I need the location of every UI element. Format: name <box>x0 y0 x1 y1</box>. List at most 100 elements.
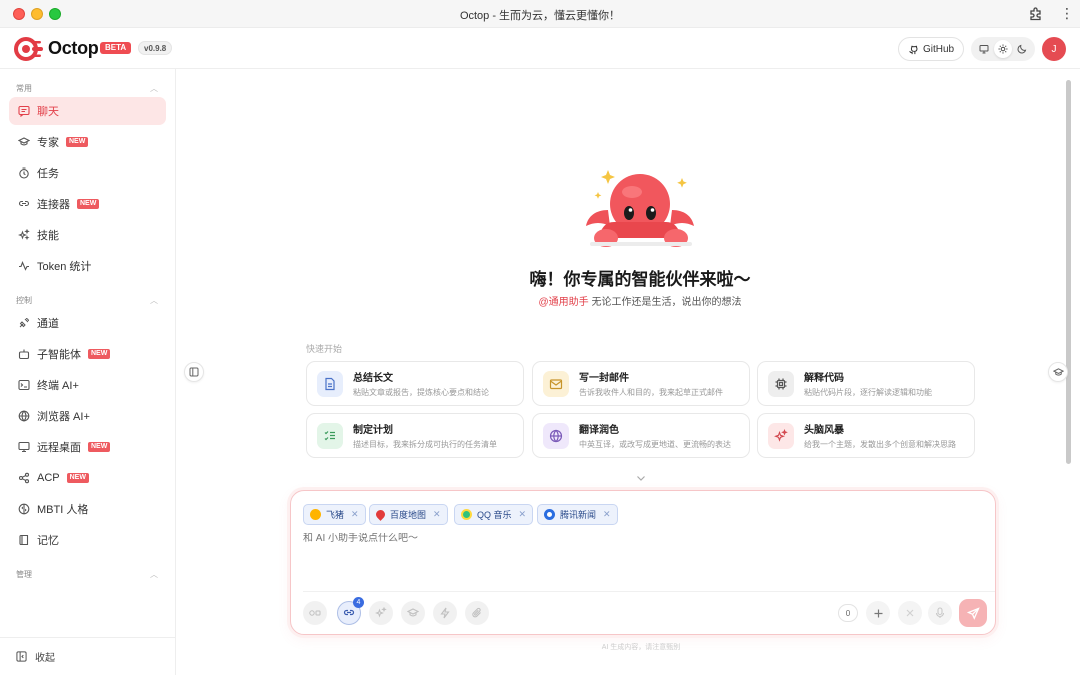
extensions-icon[interactable] <box>1028 6 1044 22</box>
app-header: Octop BETA v0.9.8 GitHub J <box>0 28 1080 69</box>
sidebar-item-label: 任务 <box>37 168 59 180</box>
close-icon <box>906 609 914 617</box>
hero-subtitle-text: 无论工作还是生活，说出你的想法 <box>591 297 742 308</box>
chevron-up-icon[interactable]: ︿ <box>150 83 158 94</box>
github-icon <box>909 45 918 54</box>
sidebar-item-chat[interactable]: 聊天 <box>9 97 166 125</box>
sidebar-item-label: 远程桌面 <box>37 442 81 454</box>
satellite-icon <box>17 317 30 330</box>
quick-card-plan[interactable]: 制定计划 描述目标，我来拆分成可执行的任务清单 <box>306 413 524 458</box>
quick-action-button[interactable] <box>433 601 457 625</box>
connector-chip-fliggy[interactable]: 飞猪 ✕ <box>303 504 366 525</box>
system-theme-button[interactable] <box>975 40 993 58</box>
sidebar-item-remote-desktop[interactable]: 远程桌面 NEW <box>9 433 166 461</box>
sidebar-item-terminal-ai[interactable]: 终端 AI+ <box>9 371 166 399</box>
chevron-down-icon[interactable] <box>636 471 646 485</box>
message-input[interactable] <box>303 533 983 544</box>
user-avatar[interactable]: J <box>1042 37 1066 61</box>
microphone-icon <box>935 607 945 618</box>
sidebar-item-mbti[interactable]: MBTI 人格 <box>9 495 166 523</box>
remove-chip-icon[interactable]: ✕ <box>519 509 527 520</box>
new-badge: NEW <box>88 349 111 359</box>
share-icon <box>17 472 30 485</box>
card-title: 翻译润色 <box>579 425 619 436</box>
quick-start-label: 快速开始 <box>306 344 343 354</box>
chip-label: 飞猪 <box>326 510 345 520</box>
sidebar-item-skills[interactable]: 技能 <box>9 221 166 249</box>
toggle-left-panel-button[interactable] <box>184 362 204 382</box>
light-theme-button[interactable] <box>993 40 1012 58</box>
book-icon <box>17 534 30 547</box>
quick-card-translate[interactable]: 翻译润色 中英互译，或改写成更地道、更流畅的表达 <box>532 413 750 458</box>
document-icon <box>317 370 343 397</box>
attach-button[interactable] <box>465 601 489 625</box>
connectors-button[interactable]: 4 <box>337 597 364 625</box>
send-button[interactable] <box>959 599 987 627</box>
sidebar-item-channels[interactable]: 通道 <box>9 309 166 337</box>
sidebar-item-sub-agents[interactable]: 子智能体 NEW <box>9 340 166 368</box>
sidebar-item-label: MBTI 人格 <box>37 504 89 516</box>
quick-card-summarize[interactable]: 总结长文 粘贴文章或报告，提炼核心要点和结论 <box>306 361 524 406</box>
card-title: 总结长文 <box>353 373 393 384</box>
toggle-expert-panel-button[interactable] <box>1048 362 1068 382</box>
paperclip-icon <box>472 607 481 618</box>
globe-icon <box>543 422 569 449</box>
remove-chip-icon[interactable]: ✕ <box>351 509 359 520</box>
sidebar-item-label: 子智能体 <box>37 349 81 361</box>
sidebar-item-memory[interactable]: 记忆 <box>9 526 166 554</box>
link-icon <box>17 198 30 211</box>
sidebar-item-acp[interactable]: ACP NEW <box>9 464 166 492</box>
checklist-icon <box>317 422 343 449</box>
timer-icon <box>17 167 30 180</box>
graduation-cap-icon <box>17 136 30 149</box>
clear-button[interactable] <box>898 601 922 625</box>
expert-button[interactable] <box>401 601 425 625</box>
remove-chip-icon[interactable]: ✕ <box>603 509 611 520</box>
sidebar-item-connectors[interactable]: 连接器 NEW <box>9 190 166 218</box>
card-desc: 粘贴代码片段，逐行解读逻辑和功能 <box>804 388 932 397</box>
connector-chip-qq-music[interactable]: QQ 音乐 ✕ <box>454 504 534 525</box>
moon-icon <box>1017 44 1027 54</box>
add-button[interactable] <box>866 601 890 625</box>
new-badge: NEW <box>88 442 111 452</box>
lightning-icon <box>440 607 450 619</box>
theme-switcher <box>971 37 1035 61</box>
qq-music-icon <box>461 509 472 520</box>
dark-theme-button[interactable] <box>1013 40 1031 58</box>
tencent-news-icon <box>544 509 555 520</box>
panel-left-icon <box>189 367 199 377</box>
new-badge: NEW <box>66 137 89 147</box>
sidebar-group-label: 常用 <box>16 84 32 93</box>
ai-disclaimer: AI 生成内容，请注意甄别 <box>601 644 681 651</box>
more-menu-icon[interactable]: ⋮ <box>1060 5 1074 21</box>
octopus-mascot <box>582 158 700 258</box>
sidebar-item-browser-ai[interactable]: 浏览器 AI+ <box>9 402 166 430</box>
voice-input-button[interactable] <box>928 601 952 625</box>
quick-card-explain-code[interactable]: 解释代码 粘贴代码片段，逐行解读逻辑和功能 <box>757 361 975 406</box>
card-desc: 给我一个主题，发散出多个创意和解决思路 <box>804 440 956 449</box>
skills-button[interactable] <box>369 601 393 625</box>
sidebar-item-tasks[interactable]: 任务 <box>9 159 166 187</box>
sidebar: 常用 ︿ 聊天 专家 NEW 任务 连接器 NEW 技能 Token 统计 控制… <box>0 69 176 675</box>
remove-chip-icon[interactable]: ✕ <box>433 509 441 520</box>
connector-count-badge: 4 <box>353 597 364 608</box>
mode-toggle-button[interactable] <box>303 601 327 625</box>
chat-icon <box>17 105 30 118</box>
sidebar-item-experts[interactable]: 专家 NEW <box>9 128 166 156</box>
chevron-up-icon[interactable]: ︿ <box>150 569 158 580</box>
quick-card-email[interactable]: 写一封邮件 告诉我收件人和目的，我来起草正式邮件 <box>532 361 750 406</box>
hero-title: 嗨！你专属的智能伙伴来啦～ <box>529 270 751 289</box>
terminal-icon <box>17 379 30 392</box>
github-button[interactable]: GitHub <box>898 37 964 61</box>
connector-chip-tencent-news[interactable]: 腾讯新闻 ✕ <box>537 504 618 525</box>
quick-card-brainstorm[interactable]: 头脑风暴 给我一个主题，发散出多个创意和解决思路 <box>757 413 975 458</box>
card-desc: 中英互译，或改写成更地道、更流畅的表达 <box>579 440 731 449</box>
sidebar-item-label: 专家 <box>37 137 59 149</box>
globe-icon <box>17 410 30 423</box>
card-title: 头脑风暴 <box>804 425 844 436</box>
connector-chip-baidu-map[interactable]: 百度地图 ✕ <box>369 504 448 525</box>
card-title: 解释代码 <box>804 373 844 384</box>
mail-icon <box>543 370 569 397</box>
chip-label: QQ 音乐 <box>477 510 512 520</box>
assistant-mention[interactable]: @通用助手 <box>539 297 589 308</box>
